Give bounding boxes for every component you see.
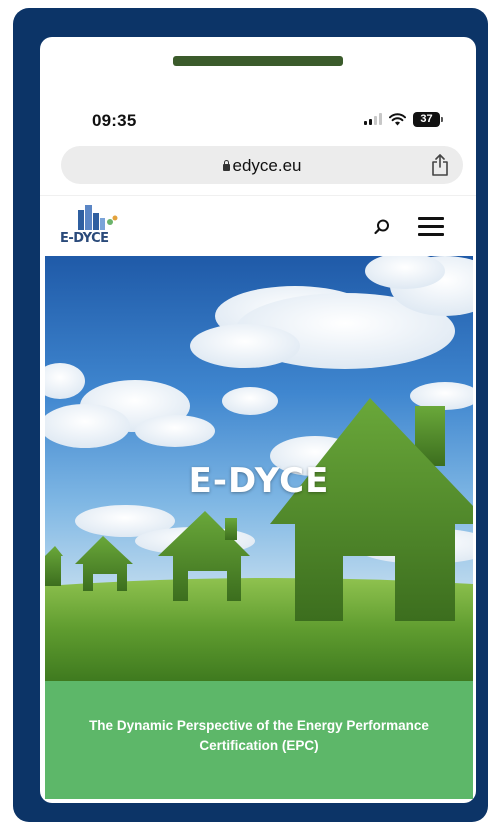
status-time: 09:35 <box>92 111 137 130</box>
tagline-banner: The Dynamic Perspective of the Energy Pe… <box>45 681 473 799</box>
address-bar[interactable]: edyce.eu <box>61 146 463 184</box>
tagline-text: The Dynamic Perspective of the Energy Pe… <box>89 718 429 753</box>
url-text: edyce.eu <box>232 156 302 175</box>
search-icon[interactable] <box>373 218 391 236</box>
site-header: E-DYCE <box>40 195 476 256</box>
battery-icon: 37 <box>413 111 443 127</box>
hero-title: E-DYCE <box>188 461 330 501</box>
hamburger-menu-icon[interactable] <box>418 217 444 237</box>
phone-screen: 09:35 37 edyce.eu E-DYCE E-DYCE The Dyna… <box>40 37 476 803</box>
wifi-icon <box>389 112 406 125</box>
lock-icon <box>222 160 230 171</box>
logo-text: E-DYCE <box>60 231 109 246</box>
hero-banner: E-DYCE <box>45 256 473 681</box>
cellular-signal-icon <box>364 113 382 125</box>
logo-buildings-icon <box>78 205 118 230</box>
status-icons: 37 <box>364 111 443 127</box>
site-logo[interactable]: E-DYCE <box>60 204 130 248</box>
url-display[interactable]: edyce.eu <box>61 156 463 176</box>
top-bar-indicator <box>173 56 343 66</box>
share-icon[interactable] <box>431 154 449 176</box>
